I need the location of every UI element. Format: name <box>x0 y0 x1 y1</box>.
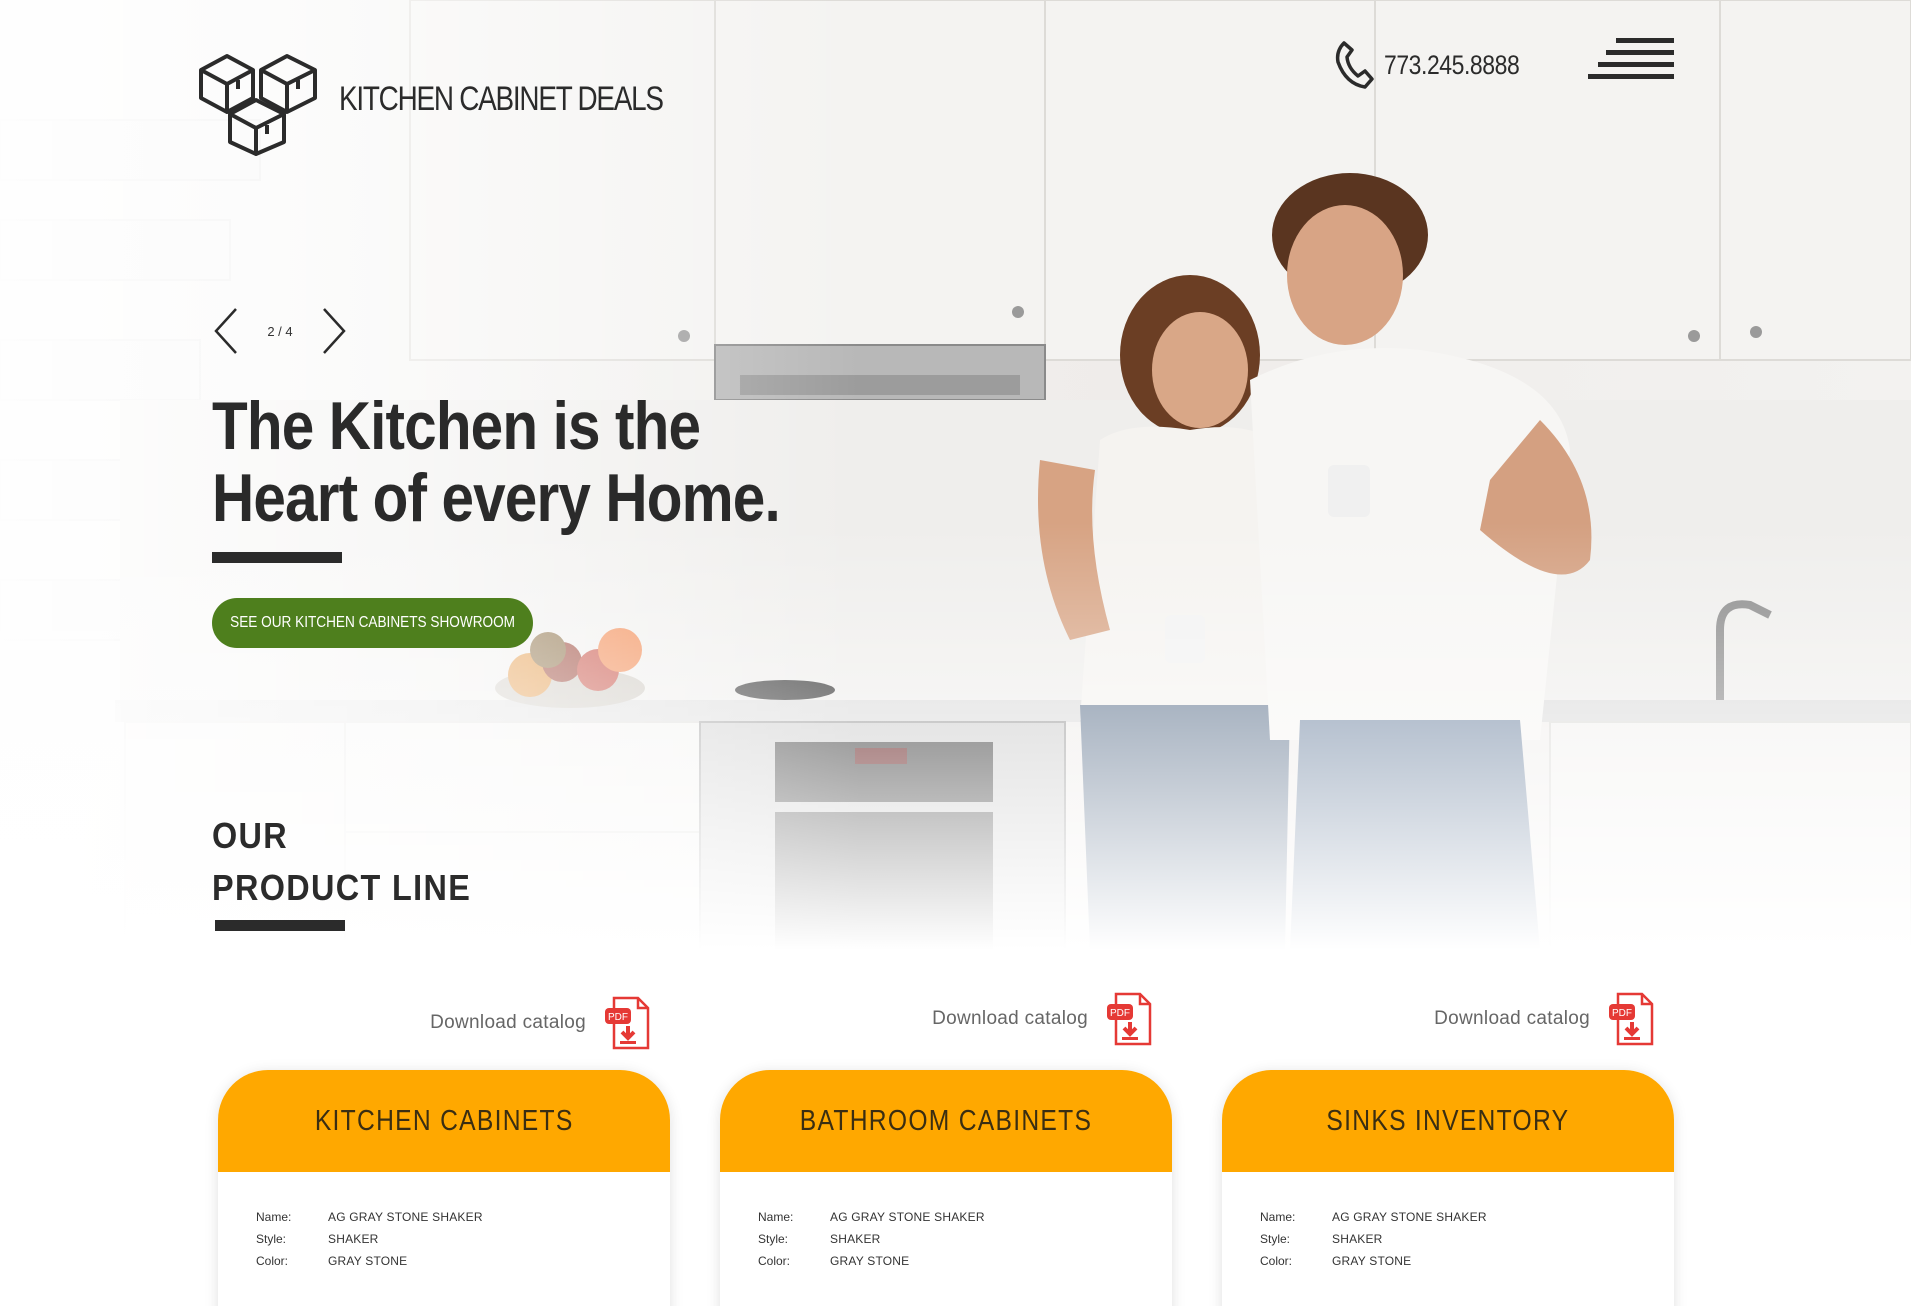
chevron-right-icon[interactable] <box>318 306 348 356</box>
download-catalog-label: Download catalog <box>932 1008 1088 1029</box>
spec-value: GRAY STONE <box>1332 1254 1412 1268</box>
spec-label: Name: <box>256 1210 292 1224</box>
spec-label: Color: <box>1260 1254 1293 1268</box>
pdf-download-icon: PDF <box>1107 992 1152 1046</box>
product-card-sinks[interactable]: SINKS INVENTORY Name: AG GRAY STONE SHAKE… <box>1222 1070 1674 1306</box>
product-card-bathroom[interactable]: BATHROOM CABINETS Name: AG GRAY STONE SHA… <box>720 1070 1172 1306</box>
spec-label: Name: <box>1260 1210 1296 1224</box>
product-line-heading: OUR PRODUCT LINE <box>212 810 471 914</box>
hero-slider: KITCHEN CABINET DEALS 773.245.8888 2 / 4… <box>0 0 1911 950</box>
spec-row-name: Name: AG GRAY STONE SHAKER <box>758 1206 985 1228</box>
cubes-logo-icon <box>199 54 317 156</box>
phone-number: 773.245.8888 <box>1384 49 1520 80</box>
download-catalog-link[interactable]: Download catalog PDF <box>1434 992 1654 1046</box>
spec-value: GRAY STONE <box>328 1254 408 1268</box>
spec-value: AG GRAY STONE SHAKER <box>830 1210 985 1224</box>
card-header: BATHROOM CABINETS <box>720 1070 1172 1172</box>
spec-row-color: Color: GRAY STONE <box>758 1250 985 1272</box>
spec-label: Style: <box>256 1232 287 1246</box>
card-title: BATHROOM CABINETS <box>799 1104 1093 1137</box>
download-catalog-label: Download catalog <box>430 1012 586 1033</box>
download-catalog-link[interactable]: Download catalog PDF <box>932 992 1152 1046</box>
product-line-heading-line-2: PRODUCT LINE <box>212 867 472 908</box>
card-specs: Name: AG GRAY STONE SHAKER Style: SHAKER C… <box>256 1206 483 1272</box>
spec-label: Style: <box>758 1232 789 1246</box>
spec-label: Color: <box>758 1254 791 1268</box>
card-title: KITCHEN CABINETS <box>314 1104 574 1137</box>
hamburger-menu-icon[interactable] <box>1588 36 1674 80</box>
product-line-heading-line-1: OUR <box>212 815 289 856</box>
spec-label: Color: <box>256 1254 289 1268</box>
hero-title: The Kitchen is the Heart of every Home. <box>212 388 781 536</box>
product-column: Download catalog PDF BATHROOM CABINETS N… <box>720 950 1172 1306</box>
spec-row-color: Color: GRAY STONE <box>1260 1250 1487 1272</box>
spec-value: AG GRAY STONE SHAKER <box>1332 1210 1487 1224</box>
brand-logo[interactable]: KITCHEN CABINET DEALS <box>198 42 734 156</box>
spec-label: Name: <box>758 1210 794 1224</box>
spec-value: AG GRAY STONE SHAKER <box>328 1210 483 1224</box>
spec-label: Style: <box>1260 1232 1291 1246</box>
hero-title-line-2: Heart of every Home. <box>212 460 781 536</box>
chevron-left-icon[interactable] <box>212 306 242 356</box>
card-specs: Name: AG GRAY STONE SHAKER Style: SHAKER C… <box>1260 1206 1487 1272</box>
showroom-cta-label: SEE OUR KITCHEN CABINETS SHOWROOM <box>230 614 515 631</box>
spec-value: SHAKER <box>830 1232 881 1246</box>
card-header: SINKS INVENTORY <box>1222 1070 1674 1172</box>
spec-row-name: Name: AG GRAY STONE SHAKER <box>1260 1206 1487 1228</box>
spec-row-name: Name: AG GRAY STONE SHAKER <box>256 1206 483 1228</box>
product-column: Download catalog PDF SINKS INVENTORY Nam… <box>1222 950 1674 1306</box>
product-cards: Download catalog PDF KITCHEN CABINETS Na… <box>0 950 1911 1306</box>
slide-counter: 2 / 4 <box>267 323 293 339</box>
spec-row-style: Style: SHAKER <box>758 1228 985 1250</box>
spec-row-style: Style: SHAKER <box>1260 1228 1487 1250</box>
spec-row-color: Color: GRAY STONE <box>256 1250 483 1272</box>
product-column: Download catalog PDF KITCHEN CABINETS Na… <box>218 950 670 1306</box>
hero-title-line-1: The Kitchen is the <box>212 388 701 464</box>
pdf-download-icon: PDF <box>605 996 650 1050</box>
product-card-kitchen[interactable]: KITCHEN CABINETS Name: AG GRAY STONE SHAK… <box>218 1070 670 1306</box>
card-title: SINKS INVENTORY <box>1326 1104 1570 1137</box>
pdf-download-icon: PDF <box>1609 992 1654 1046</box>
card-specs: Name: AG GRAY STONE SHAKER Style: SHAKER C… <box>758 1206 985 1272</box>
brand-name: KITCHEN CABINET DEALS <box>339 79 664 118</box>
download-catalog-link[interactable]: Download catalog PDF <box>430 996 650 1050</box>
slider-navigation: 2 / 4 <box>212 306 348 356</box>
spec-value: SHAKER <box>328 1232 379 1246</box>
card-header: KITCHEN CABINETS <box>218 1070 670 1172</box>
svg-text:PDF: PDF <box>608 1012 628 1023</box>
spec-value: GRAY STONE <box>830 1254 910 1268</box>
phone-icon <box>1335 41 1374 89</box>
svg-text:PDF: PDF <box>1110 1008 1130 1019</box>
download-catalog-label: Download catalog <box>1434 1008 1590 1029</box>
spec-row-style: Style: SHAKER <box>256 1228 483 1250</box>
hero-title-underline <box>212 552 342 563</box>
svg-text:PDF: PDF <box>1612 1008 1632 1019</box>
phone-link[interactable]: 773.245.8888 <box>1334 40 1543 90</box>
showroom-cta-button[interactable]: SEE OUR KITCHEN CABINETS SHOWROOM <box>212 598 533 648</box>
spec-value: SHAKER <box>1332 1232 1383 1246</box>
product-line-underline <box>215 920 345 931</box>
